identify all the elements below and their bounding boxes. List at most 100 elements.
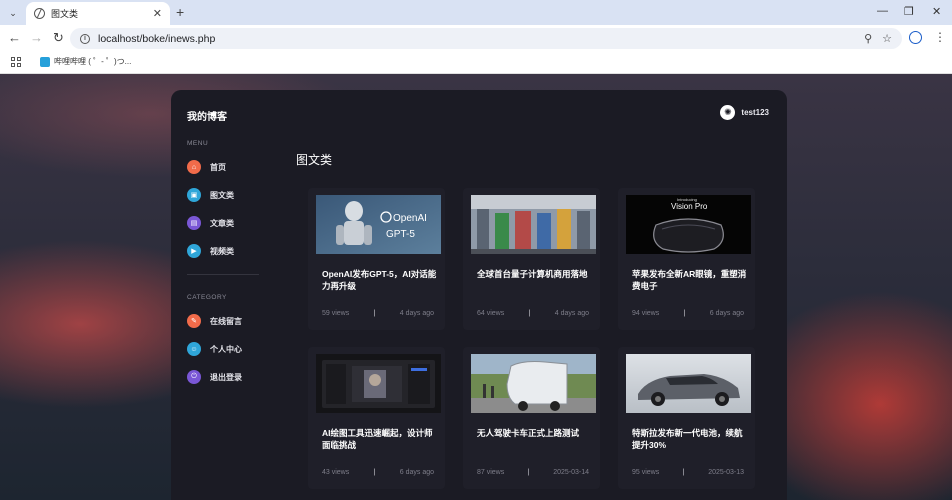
card-title[interactable]: 特斯拉发布新一代电池，续航提升30%	[632, 427, 750, 451]
post-date: 6 days ago	[709, 310, 744, 317]
post-date: 2025-03-14	[553, 469, 589, 476]
card-meta: 95 views | 2025-03-13	[632, 469, 744, 476]
globe-icon	[34, 8, 45, 19]
site-brand[interactable]: 我的博客	[187, 108, 227, 123]
video-icon: ▶	[187, 244, 201, 258]
post-date: 6 days ago	[399, 469, 434, 476]
apps-grid-icon[interactable]	[11, 57, 21, 67]
meta-separator: |	[527, 469, 530, 476]
card-title[interactable]: 无人驾驶卡车正式上路测试	[477, 427, 595, 439]
meta-separator: |	[683, 310, 686, 317]
tesla-car-image	[626, 354, 751, 413]
card-meta: 87 views | 2025-03-14	[477, 469, 589, 476]
quantum-computer-image	[471, 195, 596, 254]
tab-close-icon[interactable]: ✕	[153, 7, 162, 20]
article-card[interactable]: Introducing Vision Pro 苹果发布全新AR眼镜，重塑消费电子…	[618, 188, 755, 330]
sidebar-item-article[interactable]: ▤ 文章类	[187, 216, 234, 230]
article-card[interactable]: 无人驾驶卡车正式上路测试 87 views | 2025-03-14	[463, 347, 600, 489]
bilibili-icon	[40, 56, 50, 67]
card-thumbnail[interactable]: Introducing Vision Pro	[626, 195, 751, 254]
card-title[interactable]: 全球首台量子计算机商用落地	[477, 268, 595, 280]
sidebar-item-profile[interactable]: ☺ 个人中心	[187, 342, 242, 356]
article-card[interactable]: 全球首台量子计算机商用落地 64 views | 4 days ago	[463, 188, 600, 330]
card-title[interactable]: 苹果发布全新AR眼镜，重塑消费电子	[632, 268, 750, 292]
view-count: 94 views	[632, 310, 660, 317]
card-meta: 94 views | 6 days ago	[632, 310, 744, 317]
minimize-icon[interactable]: —	[877, 5, 888, 17]
bookmark-bilibili[interactable]: 哔哩哔哩 ( ゜- ゜)つ...	[40, 56, 131, 67]
sidebar-item-label: 视频类	[210, 246, 234, 256]
new-tab-button[interactable]: +	[176, 4, 184, 20]
tab-title: 图文类	[51, 9, 79, 19]
sidebar-item-video[interactable]: ▶ 视频类	[187, 244, 234, 258]
home-icon: ⌂	[187, 160, 201, 174]
page-title: 图文类	[296, 153, 333, 167]
maximize-icon[interactable]: ❐	[904, 5, 914, 18]
article-card[interactable]: 特斯拉发布新一代电池，续航提升30% 95 views | 2025-03-13	[618, 347, 755, 489]
card-title[interactable]: AI绘图工具迅速崛起，设计师面临挑战	[322, 427, 440, 451]
user-name: test123	[741, 108, 769, 117]
browser-tab-bar: ⌄ 图文类 ✕ + — ❐ ✕	[0, 0, 952, 25]
site-info-icon[interactable]: i	[80, 33, 90, 44]
meta-separator: |	[373, 310, 376, 317]
back-arrow-icon[interactable]: ←	[8, 30, 21, 46]
svg-text:OpenAI: OpenAI	[393, 213, 427, 224]
svg-text:GPT-5: GPT-5	[386, 229, 415, 240]
menu-section-label: MENU	[187, 140, 209, 147]
sidebar-item-home[interactable]: ⌂ 首页	[187, 160, 226, 174]
card-meta: 64 views | 4 days ago	[477, 310, 589, 317]
address-bar[interactable]: i localhost/boke/inews.php ⚲ ☆	[70, 28, 902, 49]
meta-separator: |	[528, 310, 531, 317]
sidebar-item-label: 文章类	[210, 218, 234, 228]
post-date: 4 days ago	[554, 310, 589, 317]
bookmarks-bar: 哔哩哔哩 ( ゜- ゜)つ...	[0, 52, 952, 74]
article-card[interactable]: OpenAI GPT-5 OpenAI发布GPT-5，AI对话能力再升级 59 …	[308, 188, 445, 330]
meta-separator: |	[373, 469, 376, 476]
browser-tab-active[interactable]: 图文类 ✕	[26, 2, 170, 25]
card-thumbnail[interactable]	[471, 195, 596, 254]
card-thumbnail[interactable]	[471, 354, 596, 413]
user-icon: ☺	[187, 342, 201, 356]
category-section-label: CATEGORY	[187, 294, 227, 301]
sidebar-item-label: 图文类	[210, 190, 234, 200]
openai-robot-image: OpenAI GPT-5	[316, 195, 441, 254]
zoom-icon[interactable]: ⚲	[864, 32, 872, 45]
sidebar-divider	[187, 274, 259, 275]
card-meta: 43 views | 6 days ago	[322, 469, 434, 476]
tab-search-chevron-icon[interactable]: ⌄	[4, 4, 22, 22]
url-text[interactable]: localhost/boke/inews.php	[98, 33, 854, 45]
user-badge[interactable]: ✺ test123	[720, 105, 769, 120]
svg-text:Vision Pro: Vision Pro	[671, 202, 708, 211]
logout-icon: ⏻	[187, 370, 201, 384]
autonomous-truck-image	[471, 354, 596, 413]
reload-icon[interactable]: ↻	[53, 30, 64, 46]
message-icon: ✎	[187, 314, 201, 328]
profile-icon[interactable]	[909, 31, 922, 44]
card-thumbnail[interactable]: OpenAI GPT-5	[316, 195, 441, 254]
forward-arrow-icon[interactable]: →	[30, 30, 43, 46]
vision-pro-image: Introducing Vision Pro	[626, 195, 751, 254]
card-title[interactable]: OpenAI发布GPT-5，AI对话能力再升级	[322, 268, 440, 292]
post-date: 2025-03-13	[708, 469, 744, 476]
image-icon: ▣	[187, 188, 201, 202]
bookmark-label: 哔哩哔哩 ( ゜- ゜)つ...	[54, 57, 132, 66]
sidebar-item-label: 在线留言	[210, 316, 242, 326]
sidebar-item-label: 个人中心	[210, 344, 242, 354]
view-count: 95 views	[632, 469, 660, 476]
close-window-icon[interactable]: ✕	[932, 5, 941, 18]
blog-panel: 我的博客 ✺ test123 MENU ⌂ 首页 ▣ 图文类 ▤ 文章类 ▶ 视…	[171, 90, 787, 500]
article-card[interactable]: AI绘图工具迅速崛起，设计师面临挑战 43 views | 6 days ago	[308, 347, 445, 489]
card-meta: 59 views | 4 days ago	[322, 310, 434, 317]
bookmark-star-icon[interactable]: ☆	[882, 32, 892, 45]
sidebar-item-label: 退出登录	[210, 372, 242, 382]
sidebar-item-message[interactable]: ✎ 在线留言	[187, 314, 242, 328]
meta-separator: |	[682, 469, 685, 476]
sidebar-item-image[interactable]: ▣ 图文类	[187, 188, 234, 202]
ai-drawing-tool-image	[316, 354, 441, 413]
view-count: 64 views	[477, 310, 505, 317]
sidebar-item-logout[interactable]: ⏻ 退出登录	[187, 370, 242, 384]
card-thumbnail[interactable]	[626, 354, 751, 413]
card-thumbnail[interactable]	[316, 354, 441, 413]
view-count: 87 views	[477, 469, 505, 476]
browser-menu-icon[interactable]: ⋮	[934, 30, 946, 44]
